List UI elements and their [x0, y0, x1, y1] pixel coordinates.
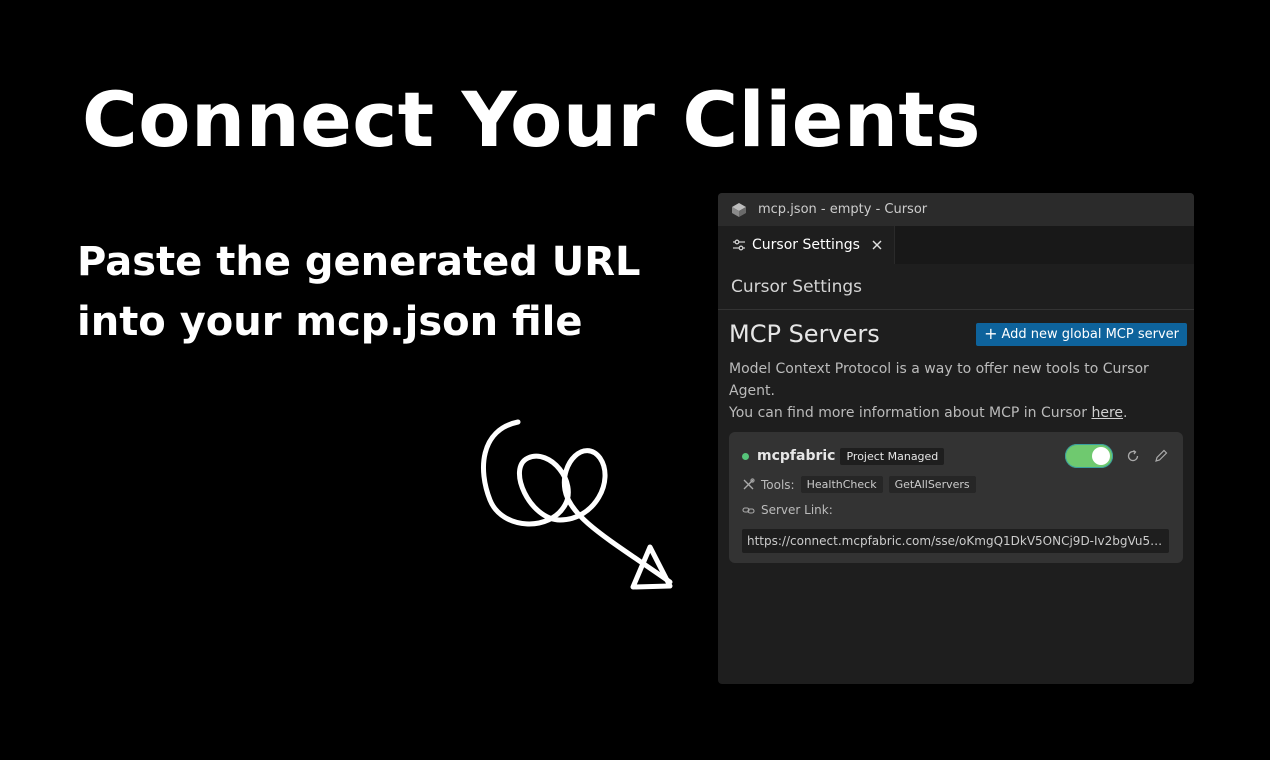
tools-icon: [742, 478, 755, 491]
tools-row: Tools: HealthCheck GetAllServers: [742, 476, 1169, 493]
tab-label: Cursor Settings: [752, 237, 860, 253]
hand-drawn-arrow-icon: [481, 419, 673, 590]
server-url-field[interactable]: https://connect.mcpfabric.com/sse/oKmgQ1…: [742, 529, 1169, 553]
tab-cursor-settings[interactable]: Cursor Settings: [718, 226, 895, 264]
refresh-icon[interactable]: [1125, 448, 1141, 464]
description-suffix: .: [1123, 405, 1128, 421]
close-icon[interactable]: [870, 238, 884, 252]
cursor-window: mcp.json - empty - Cursor Cursor Setting…: [718, 193, 1194, 684]
here-link[interactable]: here: [1091, 405, 1123, 421]
add-global-mcp-server-button[interactable]: + Add new global MCP server: [976, 322, 1187, 346]
settings-header: Cursor Settings: [718, 264, 1194, 310]
server-link-row: Server Link:: [742, 503, 1169, 517]
server-enabled-toggle[interactable]: [1065, 444, 1113, 468]
pencil-icon[interactable]: [1153, 448, 1169, 464]
server-link-label: Server Link:: [761, 503, 833, 517]
cursor-logo-icon: [730, 201, 748, 219]
subtitle: Paste the generated URL into your mcp.js…: [77, 232, 641, 352]
add-button-label: Add new global MCP server: [1001, 326, 1180, 342]
server-header-row: mcpfabric Project Managed: [742, 444, 1169, 468]
server-card: mcpfabric Project Managed Tools: HealthC…: [729, 432, 1183, 563]
status-dot: [742, 452, 749, 460]
settings-sliders-icon: [732, 238, 746, 252]
link-icon: [742, 504, 755, 517]
mcp-description: Model Context Protocol is a way to offer…: [718, 348, 1194, 424]
description-text: You can find more information about MCP …: [729, 405, 1092, 421]
description-line-2: You can find more information about MCP …: [729, 402, 1183, 424]
title-bar: mcp.json - empty - Cursor: [718, 193, 1194, 226]
tools-label: Tools:: [761, 477, 795, 492]
subtitle-line-2: into your mcp.json file: [77, 299, 583, 345]
tool-chip: HealthCheck: [800, 476, 883, 493]
plus-icon: +: [984, 324, 998, 343]
window-title: mcp.json - empty - Cursor: [758, 202, 928, 217]
subtitle-line-1: Paste the generated URL: [77, 239, 641, 285]
headline: Connect Your Clients: [82, 75, 981, 164]
tool-chip: GetAllServers: [888, 476, 976, 493]
toggle-knob: [1092, 447, 1110, 465]
server-name: mcpfabric: [757, 448, 836, 464]
description-line-1: Model Context Protocol is a way to offer…: [729, 361, 1149, 399]
tab-bar: Cursor Settings: [718, 226, 1194, 264]
project-managed-badge: Project Managed: [840, 447, 945, 465]
mcp-section-header: MCP Servers + Add new global MCP server: [718, 310, 1194, 348]
mcp-servers-title: MCP Servers: [729, 320, 880, 348]
